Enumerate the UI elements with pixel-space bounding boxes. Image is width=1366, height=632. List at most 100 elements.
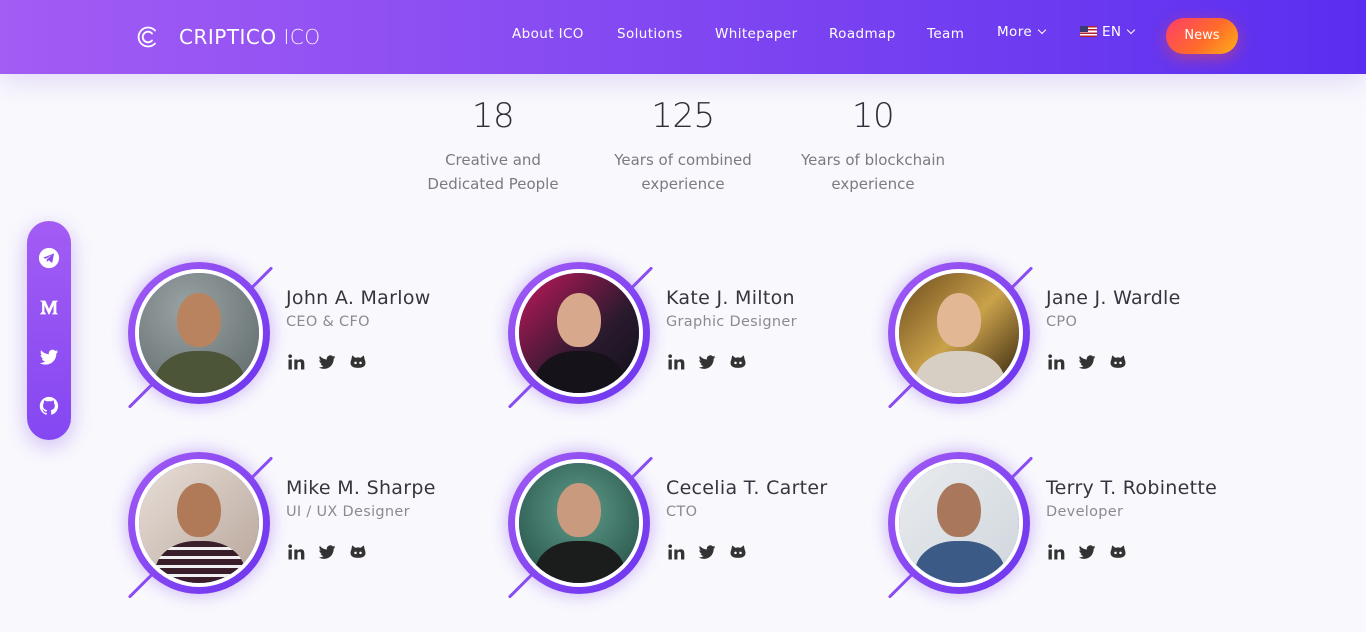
member-name: Cecelia T. Carter [666,477,828,499]
member-photo [895,269,1023,397]
stat-label: Years of combined experience [588,148,778,196]
linkedin-icon[interactable] [1046,352,1066,372]
member-role: UI / UX Designer [286,504,410,520]
stat-item: 125 Years of combined experience [588,96,778,196]
nav-more-dropdown[interactable]: More [997,24,1047,40]
member-photo [515,269,643,397]
github-icon[interactable] [1108,542,1128,562]
stat-value: 18 [471,96,515,136]
stat-label: Years of blockchain experience [778,148,968,196]
stat-value: 125 [651,96,715,136]
github-icon[interactable] [348,352,368,372]
avatar [127,262,278,412]
avatar-ring [128,262,270,404]
member-role: CTO [666,504,698,520]
member-social-links [666,542,886,562]
github-icon[interactable] [1108,352,1128,372]
us-flag-icon [1080,26,1097,37]
member-info: Kate J. Milton Graphic Designer [666,286,886,372]
linkedin-icon[interactable] [286,352,306,372]
member-name: Mike M. Sharpe [286,477,436,499]
team-member-card: Kate J. Milton Graphic Designer [507,262,868,412]
member-social-links [1046,352,1266,372]
member-info: John A. Marlow CEO & CFO [286,286,506,372]
team-member-card: Cecelia T. Carter CTO [507,452,868,602]
linkedin-icon[interactable] [1046,542,1066,562]
github-icon[interactable] [348,542,368,562]
avatar [507,452,658,602]
member-role: CPO [1046,314,1078,330]
stat-label: Creative and Dedicated People [398,148,588,196]
member-info: Mike M. Sharpe UI / UX Designer [286,476,506,562]
avatar-ring [128,452,270,594]
chevron-down-icon [1127,25,1136,35]
team-member-card: Mike M. Sharpe UI / UX Designer [127,452,488,602]
logo-suffix: ICO [283,25,321,49]
chevron-down-icon [1037,25,1047,35]
member-photo [895,459,1023,587]
member-role: Developer [1046,504,1124,520]
github-icon[interactable] [728,352,748,372]
twitter-icon[interactable] [1077,352,1097,372]
news-button[interactable]: News [1166,18,1238,54]
nav-roadmap[interactable]: Roadmap [829,26,896,42]
team-member-card: Terry T. Robinette Developer [887,452,1248,602]
avatar-ring [508,262,650,404]
avatar-ring [508,452,650,594]
member-info: Jane J. Wardle CPO [1046,286,1266,372]
twitter-icon[interactable] [38,346,60,368]
member-photo [515,459,643,587]
nav-whitepaper[interactable]: Whitepaper [715,26,798,42]
member-photo [135,459,263,587]
member-social-links [1046,542,1266,562]
member-name: Kate J. Milton [666,287,795,309]
nav-about-ico[interactable]: About ICO [512,26,584,42]
avatar [887,262,1038,412]
avatar-ring [888,262,1030,404]
site-header: CRIPTICO ICO About ICO Solutions Whitepa… [0,0,1366,74]
member-photo [135,269,263,397]
language-label: EN [1102,24,1122,40]
member-social-links [286,542,506,562]
stat-label-line: Years of blockchain [801,151,945,169]
twitter-icon[interactable] [697,352,717,372]
github-icon[interactable] [38,395,60,417]
member-role: CEO & CFO [286,314,370,330]
member-social-links [286,352,506,372]
stat-item: 10 Years of blockchain experience [778,96,968,196]
avatar [507,262,658,412]
stat-label-line: Dedicated People [427,175,559,193]
stat-label-line: Years of combined [614,151,752,169]
linkedin-icon[interactable] [666,542,686,562]
social-sidebar [27,221,71,440]
member-name: John A. Marlow [286,287,431,309]
nav-more-label: More [997,24,1033,40]
stat-item: 18 Creative and Dedicated People [398,96,588,196]
twitter-icon[interactable] [317,542,337,562]
nav-solutions[interactable]: Solutions [617,26,683,42]
telegram-icon[interactable] [38,247,60,269]
avatar [887,452,1038,602]
member-name: Terry T. Robinette [1046,477,1218,499]
stat-label-line: experience [831,175,915,193]
twitter-icon[interactable] [1077,542,1097,562]
stat-value: 10 [851,96,895,136]
member-social-links [666,352,886,372]
avatar [127,452,278,602]
member-name: Jane J. Wardle [1046,287,1181,309]
twitter-icon[interactable] [697,542,717,562]
avatar-ring [888,452,1030,594]
member-role: Graphic Designer [666,314,797,330]
nav-team[interactable]: Team [927,26,964,42]
logo-icon [137,26,156,48]
linkedin-icon[interactable] [286,542,306,562]
twitter-icon[interactable] [317,352,337,372]
language-selector[interactable]: EN [1080,24,1136,40]
linkedin-icon[interactable] [666,352,686,372]
member-info: Terry T. Robinette Developer [1046,476,1266,562]
medium-icon[interactable] [38,296,60,318]
github-icon[interactable] [728,542,748,562]
member-info: Cecelia T. Carter CTO [666,476,886,562]
stat-label-line: Creative and [445,151,541,169]
logo[interactable]: CRIPTICO ICO [134,22,321,52]
